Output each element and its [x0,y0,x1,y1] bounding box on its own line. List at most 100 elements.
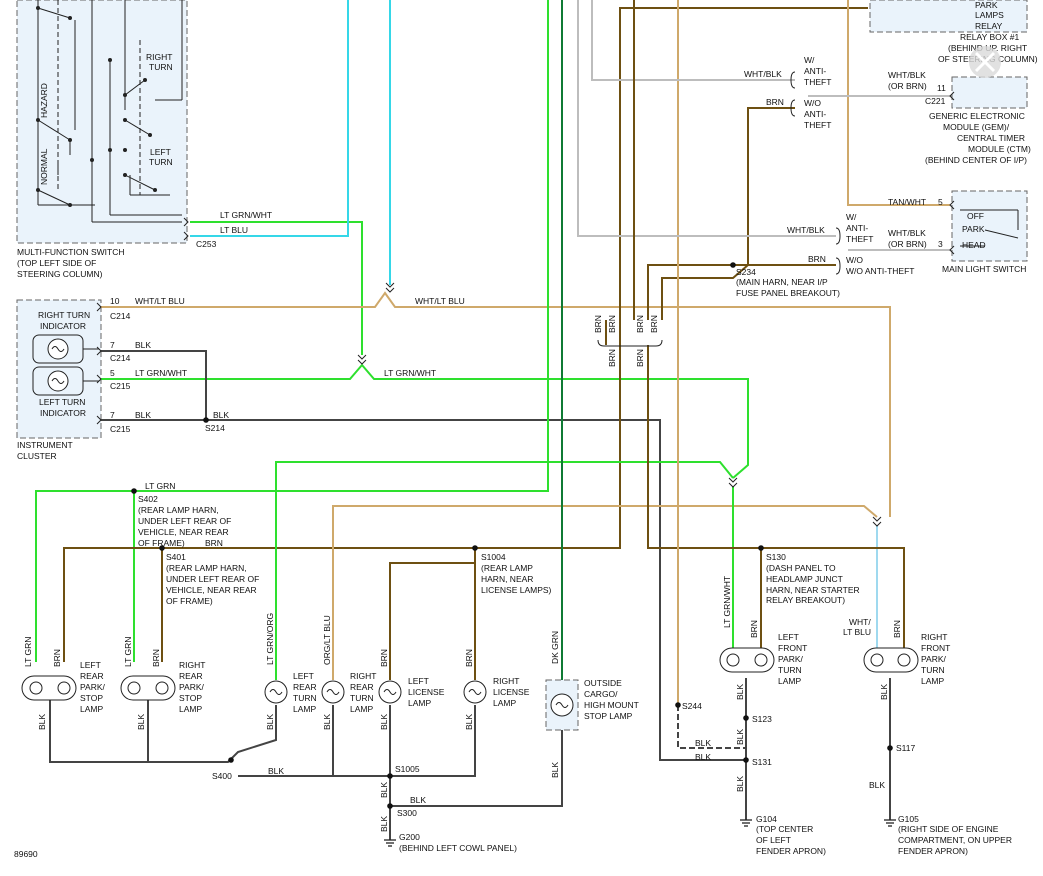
wire-brn-s1004 [389,548,476,680]
vl-brn-1: BRN [52,649,62,667]
wl-wht-lt-blu-3b: LT BLU [843,627,871,637]
g104-desc-2: OF LEFT [756,835,791,845]
rrt-3: TURN [350,693,374,703]
left-turn-label-1: LEFT [150,147,171,157]
s402-desc-2: UNDER LEFT REAR OF [138,516,231,526]
w-anti-1: W/ [804,55,815,65]
vl-lt-grn-wht: LT GRN/WHT [722,576,732,628]
wo-2: W/O [846,255,863,265]
chm-2: CARGO/ [584,689,618,699]
w-anti-2: W/ [846,212,857,222]
anti-2: ANTI- [804,109,826,119]
rrt-4: LAMP [350,704,373,714]
mfs-location-1: (TOP LEFT SIDE OF [17,258,96,268]
vl-dk-grn: DK GRN [550,631,560,664]
ll-2: LICENSE [408,687,445,697]
mfs-label: MULTI-FUNCTION SWITCH [17,247,125,257]
ll-3: LAMP [408,698,431,708]
g105-label: G105 [898,814,919,824]
relay-label-3: RELAY [975,21,1003,31]
pin-5b: 5 [938,197,943,207]
vl-lt-grn-1: LT GRN [23,637,33,667]
wire-wht-lt-blu [101,291,891,517]
rl-2: LICENSE [493,687,530,697]
vl-blk-11: BLK [735,729,745,745]
wl-wht-lt-blu-2: WHT/LT BLU [415,296,465,306]
right-turn-label-1: RIGHT [146,52,172,62]
close-x-icon[interactable] [969,46,1001,78]
vl-brn-c: BRN [635,315,645,333]
left-turn-indicator-label-1: LEFT TURN [39,397,85,407]
wl-or-brn-2: (OR BRN) [888,239,927,249]
right-rear-park-stop-lamp-icon [120,675,176,701]
vl-brn-a: BRN [593,315,603,333]
s400-label: S400 [212,771,232,781]
right-turn-indicator-label-2: INDICATOR [40,321,86,331]
gem-label-2: MODULE (GEM)/ [943,122,1010,132]
splice-dots [131,262,893,809]
wl-blk-16: BLK [410,795,426,805]
vl-brn-6: BRN [892,620,902,638]
pin-10: 10 [110,296,120,306]
s117-label: S117 [896,743,915,753]
s244-label: S244 [682,701,702,711]
gem-label-1: GENERIC ELECTRONIC [929,111,1025,121]
s1005-label: S1005 [395,764,420,774]
lf-4: TURN [778,665,802,675]
rrps-4: STOP [179,693,202,703]
wl-wht-blk-1: WHT/BLK [744,69,782,79]
s300-label: S300 [397,808,417,818]
lrps-3: PARK/ [80,682,106,692]
vl-lt-grn-org: LT GRN/ORG [265,613,275,665]
rf-1: RIGHT [921,632,947,642]
right-front-park-turn-lamp-icon [863,647,919,673]
lamp-labels: LEFT REAR PARK/ STOP LAMP RIGHT REAR PAR… [80,632,950,721]
pin-11: 11 [937,83,946,93]
left-front-park-turn-lamp-icon [719,647,775,673]
s401-desc-4: OF FRAME) [166,596,213,606]
right-rear-turn-lamp-icon [321,680,345,704]
s130-desc-1: (DASH PANEL TO [766,563,836,573]
rrps-2: REAR [179,671,203,681]
pin-3: 3 [938,239,943,249]
pin-5: 5 [110,368,115,378]
wo-1: W/O [804,98,821,108]
s1004-label: S1004 [481,552,506,562]
s401-desc-1: (REAR LAMP HARN, [166,563,247,573]
right-turn-label-2: TURN [149,62,173,72]
mls-park: PARK [962,224,985,234]
wo-anti-theft: W/O ANTI-THEFT [846,266,914,276]
vl-org-lt-blu: ORG/LT BLU [322,615,332,665]
wl-lt-grn-1: LT GRN [145,481,175,491]
g104-label: G104 [756,814,777,824]
anti-1: ANTI- [804,66,826,76]
theft-3: THEFT [846,234,873,244]
relay-label-2: LAMPS [975,10,1004,20]
g104-ground-icon [740,819,752,827]
left-turn-label-2: TURN [149,157,173,167]
ic-label-1: INSTRUMENT [17,440,73,450]
wl-wht-lt-blu-1: WHT/LT BLU [135,296,185,306]
wl-lt-blu-1: LT BLU [220,225,248,235]
s130-desc-3: HARN, NEAR STARTER [766,585,860,595]
rl-1: RIGHT [493,676,519,686]
wl-lt-grn-wht-2: LT GRN/WHT [135,368,187,378]
wiring-diagram: HAZARD NORMAL RIGHT TURN LEFT TURN MULTI… [0,0,1043,871]
mls-off: OFF [967,211,984,221]
wl-blk-17: BLK [695,738,711,748]
vl-brn-3: BRN [379,649,389,667]
g105-desc-2: COMPARTMENT, ON UPPER [898,835,1012,845]
wl-wht-blk-4: WHT/BLK [888,228,926,238]
s130-desc-2: HEADLAMP JUNCT [766,574,843,584]
wire-wht-blk-3 [577,0,836,237]
rf-2: FRONT [921,643,950,653]
vl-blk-6: BLK [464,714,474,730]
rf-5: LAMP [921,676,944,686]
chm-1: OUTSIDE [584,678,622,688]
s402-desc-1: (REAR LAMP HARN, [138,505,219,515]
c253-label: C253 [196,239,217,249]
rf-4: TURN [921,665,945,675]
c214-a: C214 [110,311,131,321]
s1004-desc-1: (REAR LAMP [481,563,533,573]
vl-lt-grn-2: LT GRN [123,637,133,667]
